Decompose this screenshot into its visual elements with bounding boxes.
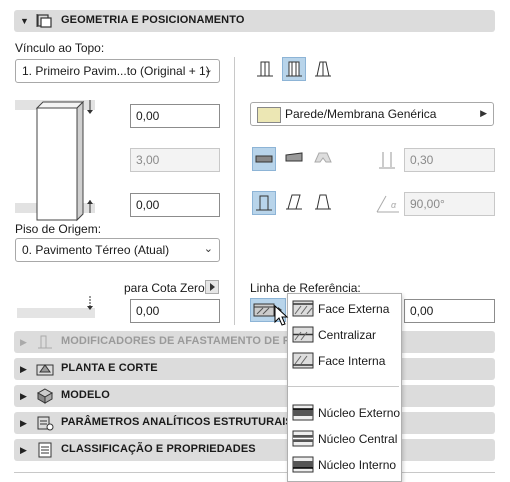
face-inside-icon [292, 352, 314, 369]
classification-document-icon [38, 442, 52, 458]
expand-triangle-icon[interactable]: ▶ [20, 391, 27, 402]
column-divider [234, 57, 235, 325]
straight-wall-icon [257, 61, 273, 77]
section-offset-modifiers-header[interactable]: ▶ MODIFICADORES DE AFASTAMENTO DE PE [14, 331, 495, 353]
basic-profile-icon [255, 155, 273, 163]
building-material-value: Parede/Membrana Genérica [285, 107, 437, 121]
menu-item-face-inside[interactable]: Face Interna [288, 348, 399, 374]
inclined-wall-button[interactable] [283, 191, 307, 215]
section-structural-header[interactable]: ▶ PARÂMETROS ANALÍTICOS ESTRUTURAIS [14, 412, 495, 434]
section-title: GEOMETRIA E POSICIONAMENTO [61, 14, 245, 26]
menu-item-center[interactable]: Centralizar [288, 322, 399, 348]
center-icon [292, 326, 314, 343]
menu-item-core-outside[interactable]: Núcleo Externo [288, 400, 401, 426]
menu-item-core-center[interactable]: Núcleo Central [288, 426, 399, 452]
basic-profile-button[interactable] [252, 147, 276, 171]
play-triangle-icon: ▶ [480, 108, 487, 118]
to-zero-popup-button[interactable] [205, 280, 219, 294]
menu-divider [288, 386, 399, 387]
ref-line-popup-menu: Face Externa Centralizar Face Interna Nú… [287, 293, 402, 482]
menu-item-label: Face Interna [318, 354, 386, 368]
double-slanted-wall-icon [315, 194, 331, 210]
bottom-offset-field[interactable]: 0,00 [130, 193, 220, 217]
core-center-icon [292, 430, 314, 447]
to-zero-field[interactable]: 0,00 [130, 299, 220, 323]
angle-field: 90,00° [404, 192, 495, 216]
vertical-wall-button[interactable] [252, 191, 276, 215]
menu-item-label: Núcleo Central [318, 432, 398, 446]
plan-section-icon [36, 364, 54, 376]
offset-modifiers-icon [38, 335, 52, 349]
play-triangle-icon [210, 283, 215, 291]
to-zero-label: para Cota Zero [124, 281, 205, 295]
inclined-wall-icon [286, 194, 302, 210]
home-story-label: Piso de Origem: [15, 222, 102, 236]
menu-item-label: Núcleo Externo [318, 406, 401, 420]
face-outside-icon [292, 300, 314, 317]
expand-triangle-icon[interactable]: ▶ [20, 445, 27, 456]
home-story-value: 0. Pavimento Térreo (Atual) [22, 243, 170, 257]
core-inside-icon [292, 456, 314, 473]
chevron-down-icon: ⌄ [203, 64, 213, 76]
thickness-field: 0,30 [404, 148, 495, 172]
section-plan-section-header[interactable]: ▶ PLANTA E CORTE [14, 358, 495, 380]
vertical-wall-icon [256, 195, 272, 211]
slanted-wall-icon [286, 61, 302, 77]
top-offset-field[interactable]: 0,00 [130, 104, 220, 128]
top-link-select[interactable]: 1. Primeiro Pavim...to (Original + 1) ⌄ [15, 59, 220, 83]
section-title: MODIFICADORES DE AFASTAMENTO DE PE [61, 335, 298, 347]
wall-elevation-illustration [15, 100, 95, 222]
core-outside-icon [292, 404, 314, 421]
section-title: CLASSIFICAÇÃO E PROPRIEDADES [61, 443, 256, 455]
composite-profile-button[interactable] [283, 147, 307, 171]
composite-profile-icon [285, 152, 303, 162]
section-title: PLANTA E CORTE [61, 362, 158, 374]
angle-icon: α [376, 195, 399, 213]
menu-item-label: Face Externa [318, 302, 390, 316]
expand-triangle-icon[interactable]: ▶ [20, 364, 27, 375]
section-title: MODELO [61, 389, 110, 401]
material-swatch-icon [257, 107, 281, 123]
section-title: PARÂMETROS ANALÍTICOS ESTRUTURAIS [61, 416, 293, 428]
to-zero-illustration [17, 296, 95, 318]
complex-profile-button[interactable] [312, 147, 336, 171]
section-geometry-header[interactable]: ▼ GEOMETRIA E POSICIONAMENTO [14, 10, 495, 32]
double-slanted-wall-button[interactable] [312, 191, 336, 215]
section-model-header[interactable]: ▶ MODELO [14, 385, 495, 407]
bottom-divider [14, 472, 495, 473]
mouse-cursor-icon [274, 305, 289, 326]
svg-text:α: α [391, 200, 397, 210]
trapezoid-wall-icon [315, 61, 331, 77]
section-classification-header[interactable]: ▶ CLASSIFICAÇÃO E PROPRIEDADES [14, 439, 495, 461]
chevron-down-icon: ⌄ [203, 243, 213, 255]
expand-triangle-icon[interactable]: ▶ [20, 337, 27, 348]
model-cube-icon [36, 388, 54, 404]
straight-wall-button[interactable] [254, 58, 278, 82]
thickness-icon [379, 152, 395, 169]
top-link-value: 1. Primeiro Pavim...to (Original + 1) [22, 64, 210, 78]
menu-item-label: Núcleo Interno [318, 458, 397, 472]
home-story-select[interactable]: 0. Pavimento Térreo (Atual) ⌄ [15, 238, 220, 262]
slanted-wall-button[interactable] [282, 57, 306, 81]
collapse-triangle-icon[interactable]: ▼ [20, 16, 29, 26]
ref-line-offset-field[interactable]: 0,00 [404, 299, 495, 323]
geometry-positioning-icon [36, 14, 52, 28]
building-material-select[interactable]: Parede/Membrana Genérica ▶ [250, 102, 494, 126]
structural-analysis-icon [37, 416, 54, 431]
complex-profile-icon [314, 152, 332, 163]
menu-item-face-outside[interactable]: Face Externa [288, 296, 399, 322]
expand-triangle-icon[interactable]: ▶ [20, 418, 27, 429]
height-field: 3,00 [130, 148, 220, 172]
menu-item-label: Centralizar [318, 328, 377, 342]
trapezoid-wall-button[interactable] [312, 58, 336, 82]
menu-item-core-inside[interactable]: Núcleo Interno [288, 452, 399, 478]
top-link-label: Vínculo ao Topo: [15, 41, 105, 55]
